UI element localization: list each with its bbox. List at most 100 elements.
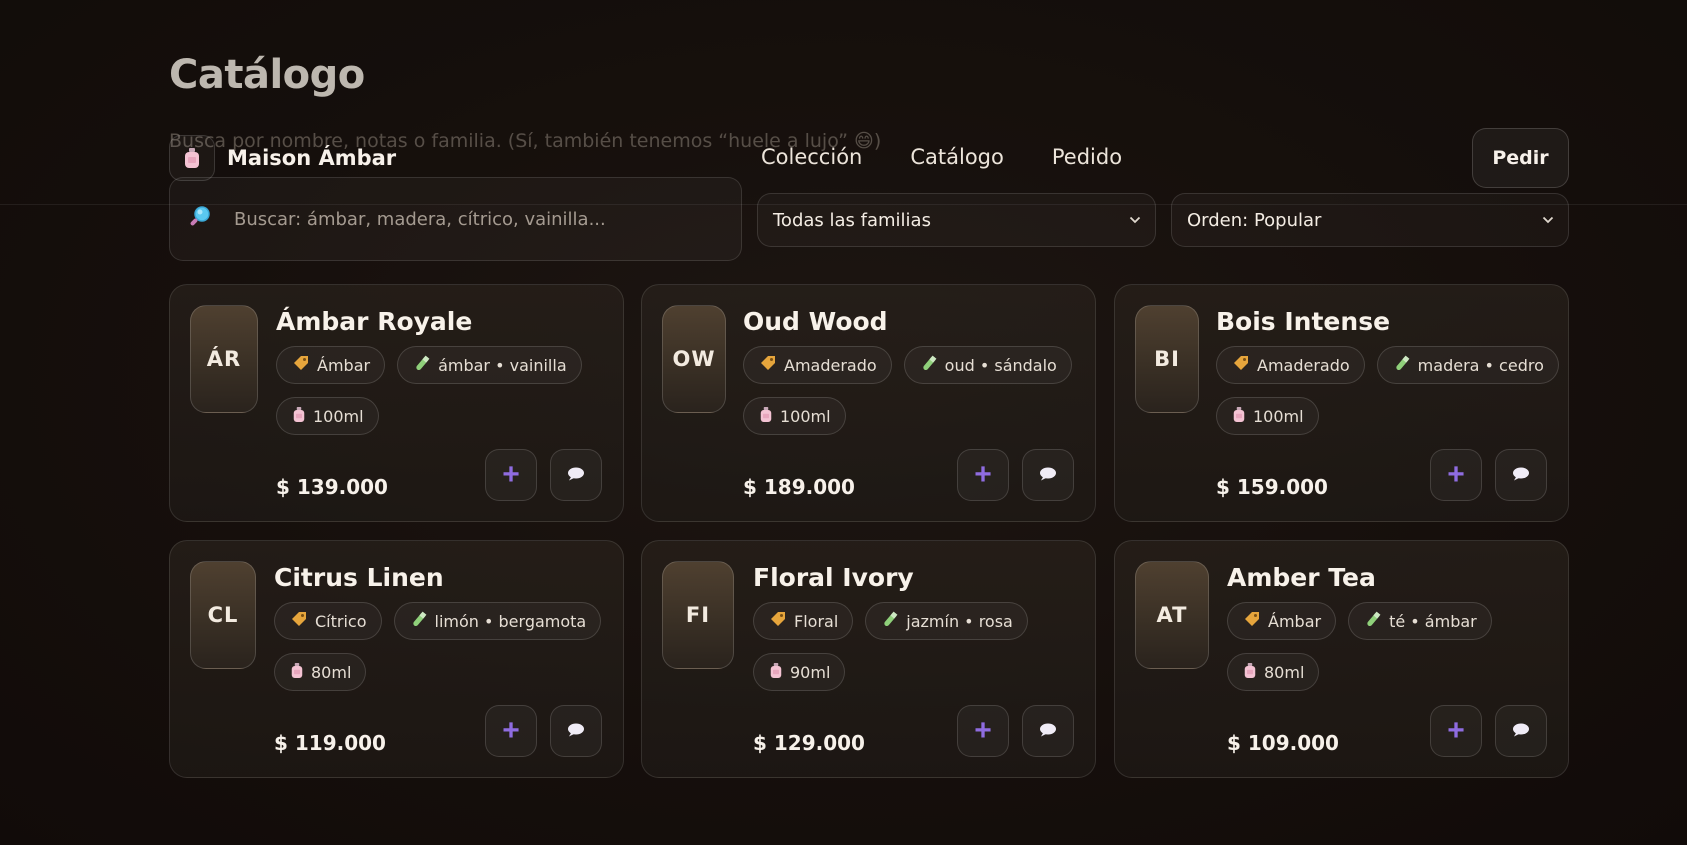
nav-link-coleccion[interactable]: Colección bbox=[761, 145, 862, 169]
product-price: $ 119.000 bbox=[274, 731, 386, 755]
perfume-bottle-icon bbox=[293, 406, 305, 427]
product-name: Floral Ivory bbox=[753, 563, 914, 592]
speech-bubble-icon bbox=[1039, 467, 1057, 484]
speech-bubble-icon bbox=[567, 723, 585, 740]
search-input[interactable] bbox=[234, 208, 694, 230]
chat-button[interactable] bbox=[1022, 449, 1074, 501]
perfume-bottle-icon bbox=[1244, 662, 1256, 683]
chevron-down-icon bbox=[1542, 213, 1554, 228]
product-card: AT Amber Tea Ámbar té • ámbar 80ml $ 109… bbox=[1114, 540, 1569, 778]
product-card: BI Bois Intense Amaderado madera • cedro… bbox=[1114, 284, 1569, 522]
size-label: 100ml bbox=[780, 406, 831, 426]
family-chip: Floral bbox=[753, 602, 854, 640]
add-to-order-button[interactable]: + bbox=[1430, 449, 1482, 501]
main-nav: Colección Catálogo Pedido bbox=[761, 145, 1122, 169]
notes-chip: té • ámbar bbox=[1348, 602, 1492, 640]
size-label: 80ml bbox=[311, 662, 352, 682]
size-chip: 100ml bbox=[1216, 397, 1319, 435]
family-chip: Amaderado bbox=[743, 346, 892, 384]
nav-link-pedido[interactable]: Pedido bbox=[1052, 145, 1122, 169]
chat-button[interactable] bbox=[550, 449, 602, 501]
product-price: $ 159.000 bbox=[1216, 475, 1328, 499]
plus-icon: + bbox=[1447, 458, 1465, 491]
speech-bubble-icon bbox=[567, 467, 585, 484]
test-tube-icon bbox=[921, 355, 937, 375]
product-initials: CL bbox=[190, 561, 256, 669]
product-tags: Floral jazmín • rosa bbox=[753, 602, 1028, 640]
plus-icon: + bbox=[502, 714, 520, 747]
product-tags: Ámbar ámbar • vainilla bbox=[276, 346, 582, 384]
perfume-bottle-icon bbox=[1233, 406, 1245, 427]
chat-button[interactable] bbox=[1495, 705, 1547, 757]
product-size-row: 100ml bbox=[1216, 397, 1319, 435]
add-to-order-button[interactable]: + bbox=[957, 705, 1009, 757]
product-name: Oud Wood bbox=[743, 307, 888, 336]
product-size-row: 100ml bbox=[743, 397, 846, 435]
product-size-row: 100ml bbox=[276, 397, 379, 435]
speech-bubble-icon bbox=[1512, 467, 1530, 484]
family-label: Cítrico bbox=[315, 611, 367, 631]
family-label: Amaderado bbox=[784, 355, 877, 375]
family-label: Ámbar bbox=[1268, 611, 1322, 631]
brand-name: Maison Ámbar bbox=[227, 146, 397, 170]
product-tags: Amaderado madera • cedro bbox=[1216, 346, 1559, 384]
product-price: $ 139.000 bbox=[276, 475, 388, 499]
product-price: $ 189.000 bbox=[743, 475, 855, 499]
add-to-order-button[interactable]: + bbox=[1430, 705, 1482, 757]
family-select-value: Todas las familias bbox=[773, 209, 931, 231]
top-nav-bar: Maison Ámbar Colección Catálogo Pedido P… bbox=[0, 0, 1687, 205]
product-card: CL Citrus Linen Cítrico limón • bergamot… bbox=[169, 540, 624, 778]
test-tube-icon bbox=[1394, 355, 1410, 375]
product-initials: AT bbox=[1135, 561, 1209, 669]
size-chip: 100ml bbox=[276, 397, 379, 435]
perfume-bottle-icon bbox=[169, 135, 215, 181]
chevron-down-icon bbox=[1129, 213, 1141, 228]
perfume-bottle-icon bbox=[760, 406, 772, 427]
product-name: Ámbar Royale bbox=[276, 307, 473, 336]
test-tube-icon bbox=[414, 355, 430, 375]
notes-chip: ámbar • vainilla bbox=[397, 346, 582, 384]
nav-link-catalogo[interactable]: Catálogo bbox=[910, 145, 1004, 169]
product-tags: Ámbar té • ámbar bbox=[1227, 602, 1492, 640]
family-chip: Amaderado bbox=[1216, 346, 1365, 384]
notes-chip: madera • cedro bbox=[1376, 346, 1559, 384]
family-chip: Ámbar bbox=[1227, 602, 1337, 640]
order-select[interactable]: Orden: Popular bbox=[1171, 193, 1569, 247]
add-to-order-button[interactable]: + bbox=[485, 705, 537, 757]
price-tag-icon bbox=[1233, 355, 1249, 375]
order-button[interactable]: Pedir bbox=[1472, 128, 1569, 188]
speech-bubble-icon bbox=[1512, 723, 1530, 740]
notes-label: madera • cedro bbox=[1417, 355, 1544, 375]
price-tag-icon bbox=[291, 611, 307, 631]
product-name: Amber Tea bbox=[1227, 563, 1376, 592]
notes-chip: limón • bergamota bbox=[393, 602, 602, 640]
chat-button[interactable] bbox=[550, 705, 602, 757]
plus-icon: + bbox=[502, 458, 520, 491]
price-tag-icon bbox=[293, 355, 309, 375]
product-name: Bois Intense bbox=[1216, 307, 1391, 336]
size-label: 90ml bbox=[790, 662, 831, 682]
notes-label: jazmín • rosa bbox=[906, 611, 1013, 631]
price-tag-icon bbox=[760, 355, 776, 375]
search-box[interactable] bbox=[169, 177, 742, 261]
product-initials: OW bbox=[662, 305, 726, 413]
size-label: 100ml bbox=[313, 406, 364, 426]
product-price: $ 129.000 bbox=[753, 731, 865, 755]
product-name: Citrus Linen bbox=[274, 563, 444, 592]
notes-chip: oud • sándalo bbox=[903, 346, 1072, 384]
price-tag-icon bbox=[1244, 611, 1260, 631]
test-tube-icon bbox=[411, 611, 427, 631]
chat-button[interactable] bbox=[1495, 449, 1547, 501]
brand[interactable]: Maison Ámbar bbox=[169, 135, 396, 181]
family-select[interactable]: Todas las familias bbox=[757, 193, 1156, 247]
product-initials: FI bbox=[662, 561, 734, 669]
perfume-bottle-icon bbox=[291, 662, 303, 683]
add-to-order-button[interactable]: + bbox=[957, 449, 1009, 501]
chat-button[interactable] bbox=[1022, 705, 1074, 757]
family-label: Amaderado bbox=[1257, 355, 1350, 375]
add-to-order-button[interactable]: + bbox=[485, 449, 537, 501]
size-chip: 90ml bbox=[753, 653, 846, 691]
size-label: 100ml bbox=[1253, 406, 1304, 426]
size-chip: 80ml bbox=[274, 653, 367, 691]
product-card: ÁR Ámbar Royale Ámbar ámbar • vainilla 1… bbox=[169, 284, 624, 522]
